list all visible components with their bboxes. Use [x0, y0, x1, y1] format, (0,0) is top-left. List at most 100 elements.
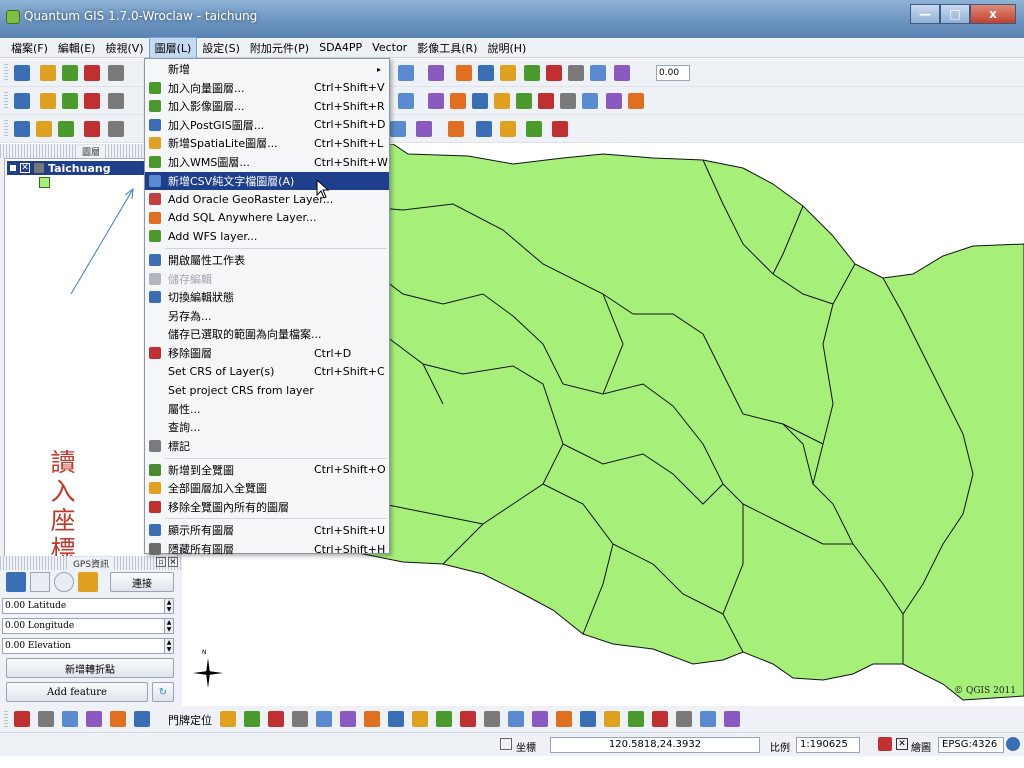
plugin-tool-icon[interactable]	[364, 711, 380, 727]
navigation-tool-icon[interactable]	[108, 93, 124, 109]
file-tool-icon[interactable]	[14, 65, 30, 81]
attribute-tool-icon[interactable]	[526, 121, 542, 137]
layer-menu-item[interactable]: Set project CRS from layer	[145, 381, 389, 399]
layer-menu-item[interactable]: 開啟屬性工作表	[145, 251, 389, 269]
menu-item[interactable]: 檔案(F)	[6, 38, 53, 58]
attribute-tool-icon[interactable]	[476, 121, 492, 137]
float-panel-icon[interactable]: ▫	[156, 557, 166, 567]
file-tool-icon[interactable]	[568, 65, 584, 81]
layer-menu-item[interactable]: 移除圖層 Ctrl+D	[145, 344, 389, 362]
coordinate-field[interactable]: 120.5818,24.3932	[550, 737, 760, 753]
navigation-tool-icon[interactable]	[450, 93, 466, 109]
attribute-tool-icon[interactable]	[552, 121, 568, 137]
add-feature-button[interactable]: Add feature	[6, 682, 148, 702]
layer-menu-item[interactable]: Add SQL Anywhere Layer...	[145, 209, 389, 227]
file-tool-icon[interactable]	[428, 65, 444, 81]
navigation-tool-icon[interactable]	[582, 93, 598, 109]
plugin-tool-icon[interactable]	[532, 711, 548, 727]
attribute-tool-icon[interactable]	[58, 121, 74, 137]
attribute-tool-icon[interactable]	[448, 121, 464, 137]
layer-menu-item[interactable]: 新增 ▸	[145, 60, 389, 78]
layer-menu-item[interactable]: 儲存已選取的範圍為向量檔案...	[145, 325, 389, 343]
navigation-tool-icon[interactable]	[494, 93, 510, 109]
layer-menu-item[interactable]: 隱藏所有圖層 Ctrl+Shift+H	[145, 540, 389, 558]
coordinate-toggle-icon[interactable]	[500, 738, 512, 750]
gps-signal-icon[interactable]	[30, 572, 50, 592]
layer-menu-item[interactable]: 加入影像圖層... Ctrl+Shift+R	[145, 97, 389, 115]
layer-menu-item[interactable]: 加入向量圖層... Ctrl+Shift+V	[145, 79, 389, 97]
crs-status-button[interactable]: EPSG:4326	[938, 737, 1004, 753]
layer-menu-item[interactable]: 標記	[145, 437, 389, 455]
layer-menu-item[interactable]: 加入WMS圖層... Ctrl+Shift+W	[145, 153, 389, 171]
plugin-tool-icon[interactable]	[220, 711, 236, 727]
layer-menu-item[interactable]: 新增到全覽圖 Ctrl+Shift+O	[145, 461, 389, 479]
navigation-tool-icon[interactable]	[40, 93, 56, 109]
plugin-tool-icon[interactable]	[38, 711, 54, 727]
gps-connect-button[interactable]: 連接	[110, 572, 174, 592]
menu-item[interactable]: 說明(H)	[482, 38, 531, 58]
layer-menu-item[interactable]: 移除全覽圖內所有的圖層	[145, 498, 389, 516]
file-tool-icon[interactable]	[478, 65, 494, 81]
layer-menu-item[interactable]: 新增SpatiaLite圖層... Ctrl+Shift+L	[145, 134, 389, 152]
navigation-tool-icon[interactable]	[606, 93, 622, 109]
plugin-tool-icon[interactable]	[292, 711, 308, 727]
layer-menu-item[interactable]: Set CRS of Layer(s) Ctrl+Shift+C	[145, 363, 389, 381]
plugin-tool-icon[interactable]	[134, 711, 150, 727]
maximize-button[interactable]: □	[940, 4, 970, 24]
plugin-tool-icon[interactable]	[316, 711, 332, 727]
navigation-tool-icon[interactable]	[538, 93, 554, 109]
layer-menu-item[interactable]: 另存為...	[145, 307, 389, 325]
plugin-tool-icon[interactable]	[110, 711, 126, 727]
plugin-tool-icon[interactable]	[436, 711, 452, 727]
navigation-tool-icon[interactable]	[428, 93, 444, 109]
attribute-tool-icon[interactable]	[416, 121, 432, 137]
plugin-tool-icon[interactable]	[508, 711, 524, 727]
navigation-tool-icon[interactable]	[516, 93, 532, 109]
navigation-tool-icon[interactable]	[398, 93, 414, 109]
reset-track-icon[interactable]: ↻	[152, 682, 174, 702]
menu-item[interactable]: 編輯(E)	[53, 38, 101, 58]
attribute-tool-icon[interactable]	[390, 121, 406, 137]
file-tool-icon[interactable]	[84, 65, 100, 81]
plugin-tool-icon[interactable]	[244, 711, 260, 727]
layer-menu-item[interactable]: 加入PostGIS圖層... Ctrl+Shift+D	[145, 116, 389, 134]
menu-item[interactable]: 檢視(V)	[100, 38, 148, 58]
file-tool-icon[interactable]	[108, 65, 124, 81]
plugin-tool-icon[interactable]	[676, 711, 692, 727]
close-panel-icon[interactable]: ×	[168, 557, 178, 567]
navigation-tool-icon[interactable]	[84, 93, 100, 109]
file-tool-icon[interactable]	[614, 65, 630, 81]
plugin-tool-icon[interactable]	[628, 711, 644, 727]
menu-item[interactable]: SDA4PP	[314, 39, 367, 56]
menu-item[interactable]: 影像工具(R)	[412, 38, 482, 58]
plugin-tool-icon[interactable]	[460, 711, 476, 727]
menu-item[interactable]: 附加元件(P)	[245, 38, 314, 58]
menu-item[interactable]: 設定(S)	[197, 38, 245, 58]
menu-item[interactable]: 圖層(L)	[148, 36, 198, 59]
plugin-tool-icon[interactable]	[412, 711, 428, 727]
menu-item[interactable]: Vector	[367, 39, 412, 56]
attribute-tool-icon[interactable]	[84, 121, 100, 137]
latitude-field[interactable]: 0.00 Latitude ▲ ▼	[2, 598, 174, 614]
geocode-label[interactable]: 門牌定位	[168, 712, 212, 728]
plugin-tool-icon[interactable]	[700, 711, 716, 727]
file-tool-icon[interactable]	[524, 65, 540, 81]
plugin-tool-icon[interactable]	[652, 711, 668, 727]
navigation-tool-icon[interactable]	[14, 93, 30, 109]
elevation-field[interactable]: 0.00 Elevation ▲ ▼	[2, 638, 174, 654]
plugin-tool-icon[interactable]	[388, 711, 404, 727]
plugin-tool-icon[interactable]	[556, 711, 572, 727]
plugin-tool-icon[interactable]	[724, 711, 740, 727]
attribute-tool-icon[interactable]	[500, 121, 516, 137]
layer-menu-item[interactable]: 查詢...	[145, 418, 389, 436]
layer-menu-item[interactable]: 屬性...	[145, 400, 389, 418]
file-tool-icon[interactable]	[546, 65, 562, 81]
navigation-tool-icon[interactable]	[628, 93, 644, 109]
gps-options-icon[interactable]	[78, 572, 98, 592]
attribute-tool-icon[interactable]	[14, 121, 30, 137]
add-vertex-button[interactable]: 新增轉折點	[6, 658, 174, 678]
plugin-tool-icon[interactable]	[86, 711, 102, 727]
plugin-tool-icon[interactable]	[62, 711, 78, 727]
layer-menu-item[interactable]: 切換編輯狀態	[145, 288, 389, 306]
attribute-tool-icon[interactable]	[36, 121, 52, 137]
